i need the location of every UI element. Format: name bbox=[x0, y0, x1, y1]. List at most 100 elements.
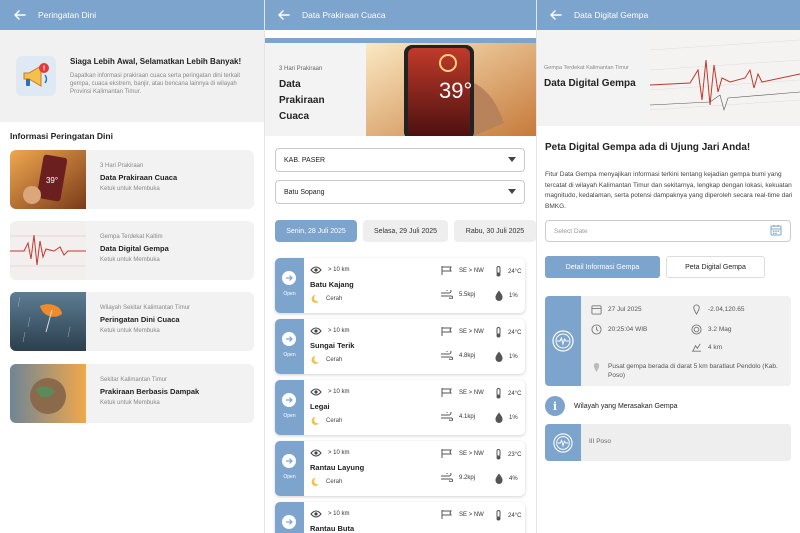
felt-region-item: III Poso bbox=[545, 424, 791, 461]
regency-select[interactable]: KAB. PASER bbox=[275, 148, 525, 172]
open-panel[interactable]: Open bbox=[275, 319, 304, 374]
forecast-card[interactable]: Open > 10 km Batu Kajang Cerah SE > NW 5.5kpj… bbox=[275, 258, 525, 313]
card-weather-warning[interactable]: Wilayah Sekitar Kalimantan Timur Peringa… bbox=[10, 292, 254, 351]
early-warning-screen: Peringatan Dini ! Siaga Lebih Awal, Sela… bbox=[0, 0, 264, 533]
visibility-row: > 10 km bbox=[310, 327, 350, 335]
visibility-value: > 10 km bbox=[328, 328, 350, 334]
forecast-card[interactable]: Open> 10 kmRantau ButaCerahSE > NW24°C bbox=[275, 502, 525, 533]
temperature: 24°C bbox=[508, 512, 522, 519]
arrow-right-icon[interactable] bbox=[282, 515, 296, 529]
quake-location: Pusat gempa berada di darat 5 km baratla… bbox=[608, 363, 778, 379]
svg-text:39°: 39° bbox=[46, 176, 58, 185]
condition-row: Cerah bbox=[310, 355, 342, 365]
card-title: Peringatan Dini Cuaca bbox=[100, 315, 180, 324]
back-arrow-icon[interactable] bbox=[548, 7, 564, 23]
wind-speed-row: 4.1kpj bbox=[441, 412, 475, 421]
open-panel[interactable]: Open bbox=[275, 380, 304, 435]
date-tab-3[interactable]: Rabu, 30 Juli 2025 bbox=[454, 220, 536, 242]
location-name: Legai bbox=[310, 402, 330, 411]
temperature: 23°C bbox=[508, 451, 522, 458]
earthquake-data-screen: Data Digital Gempa Gempa Terdekat Kalima… bbox=[536, 0, 800, 533]
wind-direction-row: SE > NW bbox=[441, 510, 484, 519]
forecast-card[interactable]: Open > 10 km Sungai Terik Cerah SE > NW 4.8kp… bbox=[275, 319, 525, 374]
condition-value: Cerah bbox=[326, 418, 343, 424]
earthquake-detail-card: 27 Jul 2025 20:25:04 WIB -2.04,120.65 3.… bbox=[545, 296, 791, 386]
calendar-icon bbox=[591, 304, 602, 315]
humidity: 4% bbox=[509, 475, 518, 482]
card-earthquake-data[interactable]: Gempa Terdekat Kaltim Data Digital Gempa… bbox=[10, 221, 254, 280]
globe-weather-thumbnail bbox=[10, 364, 86, 423]
humidity-drop-icon bbox=[495, 473, 503, 484]
card-impact-forecast[interactable]: Sekitar Kalimantan Timur Prakiraan Berba… bbox=[10, 364, 254, 423]
card-hint: Ketuk untuk Membuka bbox=[100, 400, 160, 406]
page-title: Data Digital Gempa bbox=[574, 10, 649, 20]
humidity: 1% bbox=[509, 292, 518, 299]
quake-coords: -2.04,120.65 bbox=[708, 306, 745, 313]
arrow-right-icon[interactable] bbox=[282, 271, 296, 285]
card-hint: Ketuk untuk Membuka bbox=[100, 186, 160, 192]
wind-direction: SE > NW bbox=[459, 389, 484, 396]
date-picker-field[interactable]: Select Date bbox=[545, 220, 791, 242]
open-panel[interactable]: Open bbox=[275, 258, 304, 313]
quake-badge bbox=[545, 296, 581, 386]
chevron-down-icon bbox=[508, 156, 516, 164]
quake-date-row: 27 Jul 2025 bbox=[591, 304, 642, 315]
eye-icon bbox=[310, 327, 322, 335]
wind-speed-row: 9.2kpj bbox=[441, 473, 475, 482]
eye-icon bbox=[310, 388, 322, 396]
open-label: Open bbox=[283, 474, 296, 480]
seismic-wave-icon bbox=[553, 432, 573, 453]
condition-value: Cerah bbox=[326, 296, 343, 302]
condition-row: Cerah bbox=[310, 294, 342, 304]
windsock-icon bbox=[441, 266, 453, 275]
hero-title: Data Digital Gempa bbox=[544, 78, 636, 89]
wind-speed: 5.5kpj bbox=[459, 291, 476, 298]
arrow-right-icon[interactable] bbox=[282, 332, 296, 346]
quake-time: 20:25:04 WIB bbox=[608, 326, 648, 333]
condition-row: Cerah bbox=[310, 416, 342, 426]
tab-detail-info[interactable]: Detail Informasi Gempa bbox=[545, 256, 660, 278]
moon-icon bbox=[310, 416, 320, 426]
district-select[interactable]: Batu Sopang bbox=[275, 180, 525, 204]
wind-speed-row: 5.5kpj bbox=[441, 290, 475, 299]
wind-direction-row: SE > NW bbox=[441, 449, 484, 458]
felt-regions-header: i Wilayah yang Merasakan Gempa bbox=[545, 396, 678, 416]
back-arrow-icon[interactable] bbox=[12, 7, 28, 23]
forecast-card[interactable]: Open > 10 km Legai Cerah SE > NW 4.1kpj 24°C 1% bbox=[275, 380, 525, 435]
calendar-icon[interactable] bbox=[770, 224, 782, 238]
card-title: Data Digital Gempa bbox=[100, 244, 169, 253]
date-tab-2[interactable]: Selasa, 29 Juli 2025 bbox=[363, 220, 448, 242]
svg-text:!: ! bbox=[43, 66, 45, 73]
hero-subtitle: Gempa Terdekat Kalimantan Timur bbox=[544, 65, 629, 71]
windsock-icon bbox=[441, 449, 453, 458]
card-subtitle: Gempa Terdekat Kaltim bbox=[100, 234, 163, 240]
wind-speed: 4.8kpj bbox=[459, 352, 476, 359]
forecast-card[interactable]: Open > 10 km Rantau Layung Cerah SE > NW 9.2k… bbox=[275, 441, 525, 496]
date-tab-1[interactable]: Senin, 28 Juli 2025 bbox=[275, 220, 357, 242]
hero-title: Data Prakiraan Cuaca bbox=[279, 79, 325, 122]
arrow-right-icon[interactable] bbox=[282, 454, 296, 468]
tab-digital-map[interactable]: Peta Digital Gempa bbox=[666, 256, 765, 278]
app-bar: Data Prakiraan Cuaca bbox=[264, 0, 536, 30]
app-bar: Peringatan Dini bbox=[0, 0, 264, 30]
open-panel[interactable]: Open bbox=[275, 502, 304, 533]
moon-icon bbox=[310, 477, 320, 487]
arrow-right-icon[interactable] bbox=[282, 393, 296, 407]
visibility-value: > 10 km bbox=[328, 450, 350, 456]
wind-direction: SE > NW bbox=[459, 328, 484, 335]
thermometer-icon bbox=[495, 510, 502, 521]
card-hint: Ketuk untuk Membuka bbox=[100, 328, 160, 334]
weather-forecast-screen: Data Prakiraan Cuaca 3 Hari Prakiraan Da… bbox=[264, 0, 536, 533]
quake-depth: 4 km bbox=[708, 344, 723, 351]
open-panel[interactable]: Open bbox=[275, 441, 304, 496]
card-subtitle: Wilayah Sekitar Kalimantan Timur bbox=[100, 305, 191, 311]
info-icon: i bbox=[545, 396, 565, 416]
hero-banner: ! Siaga Lebih Awal, Selamatkan Lebih Ban… bbox=[0, 30, 264, 122]
back-arrow-icon[interactable] bbox=[276, 7, 292, 23]
card-weather-forecast[interactable]: 39° 3 Hari Prakiraan Data Prakiraan Cuac… bbox=[10, 150, 254, 209]
condition-row: Cerah bbox=[310, 477, 342, 487]
app-bar: Data Digital Gempa bbox=[536, 0, 800, 30]
quake-magnitude-row: 3.2 Mag bbox=[691, 324, 732, 335]
temperature-row: 24°C bbox=[495, 327, 521, 338]
wind-direction-row: SE > NW bbox=[441, 327, 484, 336]
